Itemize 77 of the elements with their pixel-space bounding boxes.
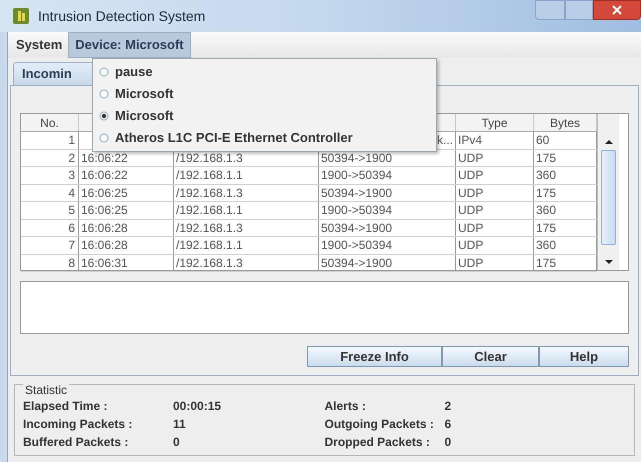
- table-cell-text: UDP: [458, 184, 484, 202]
- table-cell-text: 3: [68, 167, 75, 184]
- table-cell-text: k...: [436, 132, 453, 150]
- column-header[interactable]: No.: [21, 114, 79, 131]
- table-cell-text: 16:06:28: [81, 237, 128, 254]
- scrollbar[interactable]: [597, 114, 619, 270]
- table-cell-text: 1900->50394: [321, 167, 392, 184]
- table-cell-text: /192.168.1.3: [176, 184, 243, 202]
- table-cell-text: 4: [68, 184, 75, 202]
- table-cell-text: /192.168.1.1: [176, 167, 243, 184]
- table-cell-text: 5: [68, 202, 75, 220]
- table-cell-text: UDP: [458, 237, 484, 254]
- table-cell-text: /192.168.1.1: [176, 202, 243, 220]
- action-button[interactable]: Help: [539, 346, 629, 367]
- table-cell-text: 1900->50394: [321, 202, 392, 220]
- table-cell-text: 16:06:22: [81, 150, 128, 167]
- info-text-area[interactable]: [20, 281, 629, 334]
- close-icon: [612, 5, 622, 15]
- table-cell-text: 50394->1900: [321, 220, 392, 237]
- menu-item[interactable]: System: [10, 32, 68, 58]
- table-cell-text: 175: [536, 220, 556, 237]
- table-cell-text: 7: [68, 237, 75, 254]
- maximize-button[interactable]: [565, 0, 593, 20]
- action-button[interactable]: Freeze Info: [307, 346, 442, 367]
- table-cell-text: UDP: [458, 167, 484, 184]
- stat-value: 6: [444, 416, 452, 432]
- action-button[interactable]: Clear: [442, 346, 539, 367]
- column-header[interactable]: Type: [456, 114, 534, 131]
- table-cell-text: /192.168.1.3: [176, 220, 243, 237]
- radio-menu-item[interactable]: Atheros L1C PCI-E Ethernet Controller: [93, 127, 436, 149]
- table-cell-text: UDP: [458, 150, 484, 167]
- table-cell-text: 360: [536, 237, 556, 254]
- table-cell-text: UDP: [458, 220, 484, 237]
- stat-value: 2: [444, 398, 452, 414]
- table-cell-text: 175: [536, 184, 556, 202]
- table-cell-text: 8: [68, 254, 75, 272]
- table-cell-text: UDP: [458, 254, 484, 272]
- minimize-button[interactable]: [535, 0, 565, 20]
- stat-value: 11: [173, 416, 186, 432]
- table-cell-text: UDP: [458, 202, 484, 220]
- table-cell-text: 2: [68, 150, 75, 167]
- menu-item[interactable]: Device: Microsoft: [68, 32, 191, 58]
- stat-value: 0: [444, 434, 452, 450]
- stat-label: Incoming Packets :: [23, 416, 132, 430]
- stat-label: Elapsed Time :: [23, 398, 108, 412]
- table-cell-text: /192.168.1.3: [176, 150, 243, 167]
- table-cell-text: 60: [536, 132, 550, 150]
- scroll-thumb[interactable]: [601, 150, 616, 245]
- window-title: Intrusion Detection System: [38, 6, 206, 26]
- table-cell-text: 50394->1900: [321, 150, 392, 167]
- table-cell-text: 1900->50394: [321, 237, 392, 254]
- table-cell-text: 50394->1900: [321, 254, 392, 272]
- app-icon: [12, 7, 30, 25]
- table-cell-text: IPv4: [458, 132, 482, 150]
- table-cell-text: 16:06:22: [81, 167, 128, 184]
- stat-label: Buffered Packets :: [23, 434, 128, 448]
- stat-value: 00:00:15: [173, 398, 222, 414]
- table-cell-text: 360: [536, 202, 556, 220]
- table-cell-text: 360: [536, 167, 556, 184]
- table-cell-text: 16:06:25: [81, 202, 128, 220]
- table-cell-text: 50394->1900: [321, 184, 392, 202]
- radio-menu-item[interactable]: Microsoft: [93, 83, 436, 105]
- table-cell-text: 175: [536, 254, 556, 272]
- stat-label: Outgoing Packets :: [324, 416, 434, 430]
- stat-label: Dropped Packets :: [324, 434, 430, 448]
- table-cell-text: /192.168.1.3: [176, 254, 243, 272]
- table-cell-text: 16:06:31: [81, 254, 128, 272]
- close-button[interactable]: [593, 0, 641, 20]
- table-cell-text: 1: [68, 132, 75, 150]
- table-cell-text: /192.168.1.1: [176, 237, 243, 254]
- radio-menu-item[interactable]: Microsoft: [93, 105, 436, 127]
- table-cell-text: 16:06:25: [81, 184, 128, 202]
- stat-value: 0: [173, 434, 180, 450]
- table-cell-text: 175: [536, 150, 556, 167]
- table-cell-text: 16:06:28: [81, 220, 128, 237]
- table-cell-text: 6: [68, 220, 75, 237]
- stat-label: Alerts :: [324, 398, 366, 412]
